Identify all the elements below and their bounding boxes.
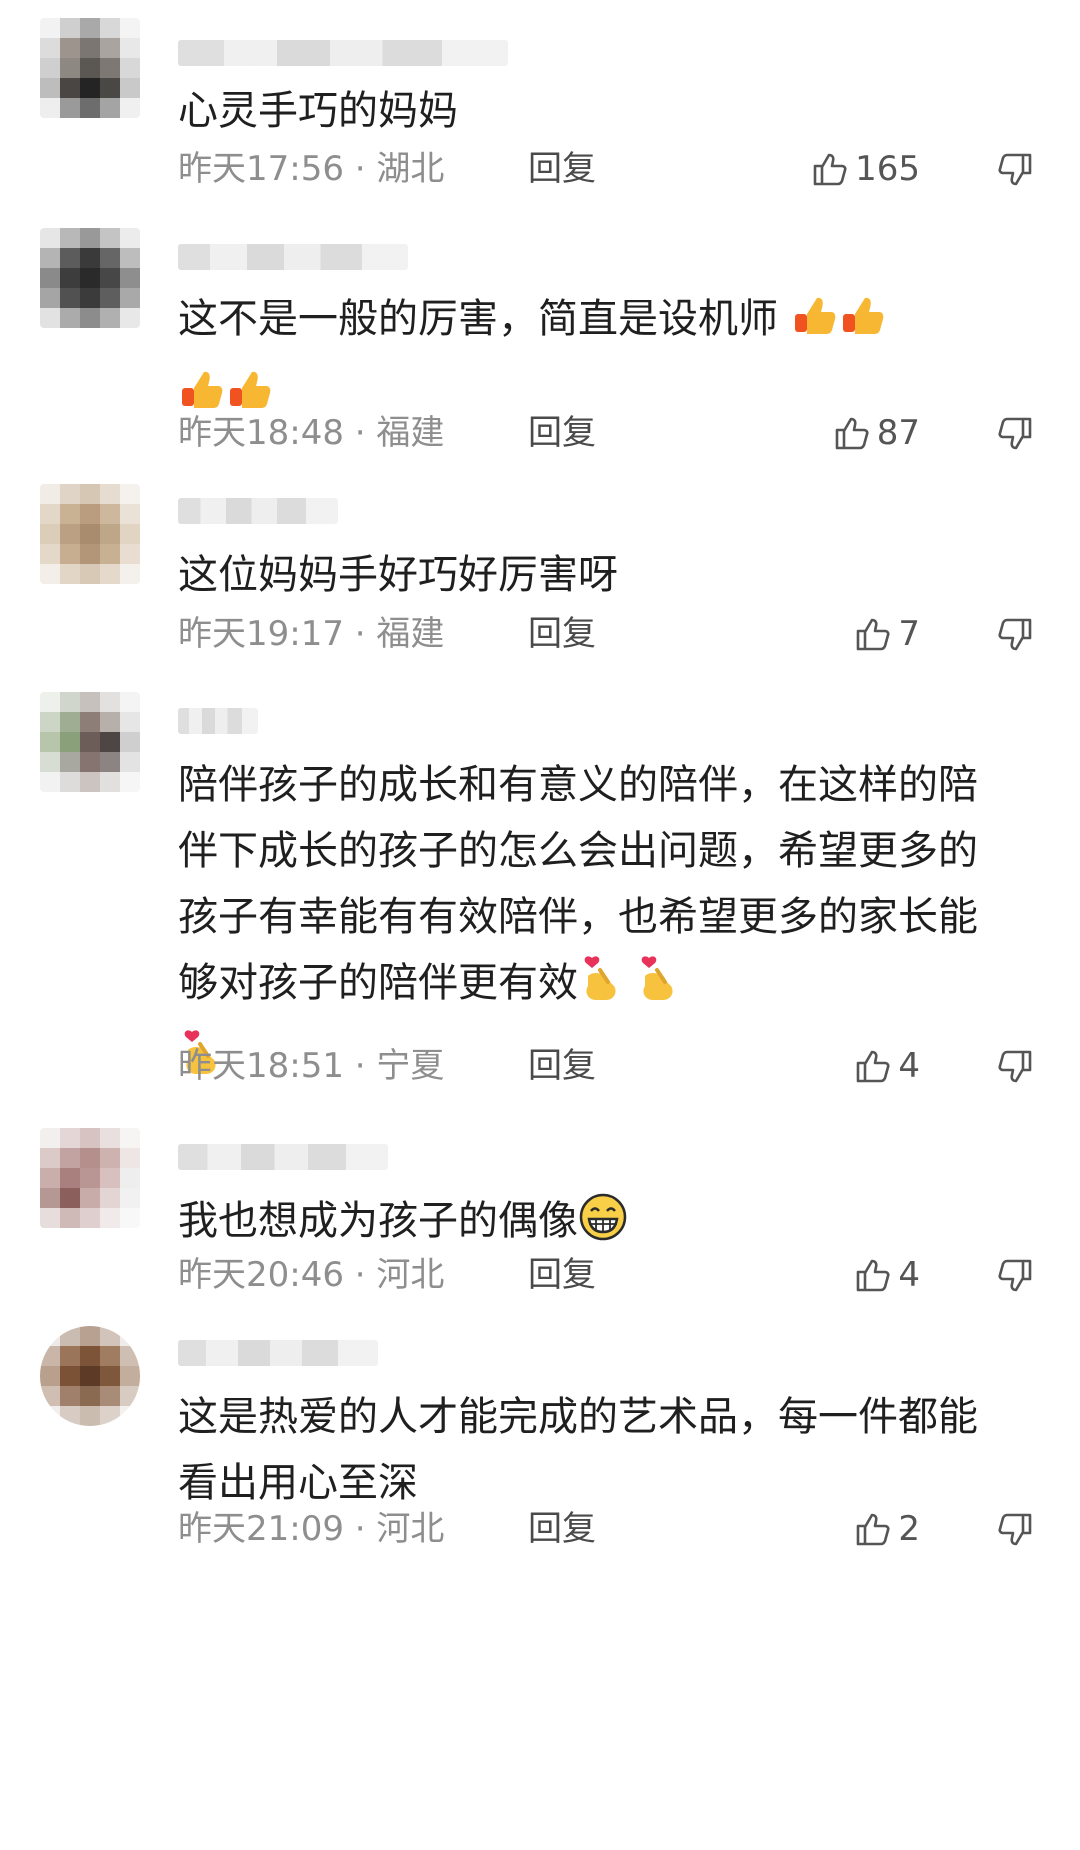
thumbs-up-icon <box>857 1513 890 1546</box>
username-blurred[interactable] <box>178 498 338 524</box>
comment-text: 心灵手巧的妈妈 <box>178 88 458 134</box>
like-count: 4 <box>898 1046 920 1086</box>
reply-button[interactable]: 回复 <box>528 146 596 192</box>
timestamp-location: 昨天18:48 · 福建 <box>178 413 445 453</box>
reply-button[interactable]: 回复 <box>528 611 596 657</box>
thumbs-up-icon <box>857 618 890 651</box>
like-button[interactable]: 7 <box>852 611 920 657</box>
avatar[interactable] <box>40 1128 140 1228</box>
thumbs-down-icon <box>998 153 1032 186</box>
comment-meta: 昨天19:17 · 福建 回复 7 <box>178 611 1038 657</box>
comment-text: 这是热爱的人才能完成的艺术品，每一件都能看出用心至深 <box>178 1394 978 1506</box>
username-blurred[interactable] <box>178 708 258 734</box>
like-button[interactable]: 4 <box>852 1043 920 1089</box>
thumbs-up-icon <box>857 1050 890 1083</box>
thumbs-down-icon <box>998 1050 1032 1083</box>
comment-text: 这位妈妈手好巧好厉害呀 <box>178 552 618 598</box>
like-button[interactable]: 87 <box>831 410 920 456</box>
finger-heart-icon <box>578 952 622 1024</box>
like-count: 7 <box>898 614 920 654</box>
avatar[interactable] <box>40 18 140 118</box>
thumbs-down-icon <box>998 1513 1032 1546</box>
comment-meta: 昨天21:09 · 河北 回复 2 <box>178 1506 1038 1552</box>
thumbs-up-icon <box>839 292 887 360</box>
like-count: 165 <box>855 149 920 189</box>
username-blurred[interactable] <box>178 1340 378 1366</box>
thumbs-up-icon <box>835 417 869 450</box>
thumbs-down-icon <box>998 417 1032 450</box>
avatar[interactable] <box>40 228 140 328</box>
comment-meta: 昨天18:51 · 宁夏 回复 4 <box>178 1043 1038 1089</box>
avatar[interactable] <box>40 692 140 792</box>
thumbs-up-icon <box>813 153 847 186</box>
comment-meta: 昨天20:46 · 河北 回复 4 <box>178 1252 1038 1298</box>
thumbs-up-icon <box>791 292 839 360</box>
thumbs-down-icon <box>998 618 1032 651</box>
like-button[interactable]: 165 <box>809 146 920 192</box>
comment-meta: 昨天18:48 · 福建 回复 87 <box>178 410 1038 456</box>
like-count: 4 <box>898 1255 920 1295</box>
timestamp-location: 昨天19:17 · 福建 <box>178 614 445 654</box>
timestamp-location: 昨天17:56 · 湖北 <box>178 149 445 189</box>
like-count: 2 <box>898 1509 920 1549</box>
reply-button[interactable]: 回复 <box>528 1506 596 1552</box>
dislike-button[interactable] <box>996 1047 1036 1099</box>
reply-button[interactable]: 回复 <box>528 1252 596 1298</box>
dislike-button[interactable] <box>996 414 1036 466</box>
comment-meta: 昨天17:56 · 湖北 回复 165 <box>178 146 1038 192</box>
timestamp-location: 昨天18:51 · 宁夏 <box>178 1046 445 1086</box>
like-count: 87 <box>876 413 920 453</box>
reply-button[interactable]: 回复 <box>528 1043 596 1089</box>
dislike-button[interactable] <box>996 1510 1036 1562</box>
dislike-button[interactable] <box>996 150 1036 202</box>
thumbs-down-icon <box>998 1259 1032 1292</box>
reply-button[interactable]: 回复 <box>528 410 596 456</box>
timestamp-location: 昨天21:09 · 河北 <box>178 1509 445 1549</box>
finger-heart-icon <box>635 952 679 1024</box>
thumbs-up-icon <box>857 1259 890 1292</box>
dislike-button[interactable] <box>996 1256 1036 1308</box>
avatar[interactable] <box>40 1326 140 1426</box>
avatar[interactable] <box>40 484 140 584</box>
username-blurred[interactable] <box>178 1144 388 1170</box>
username-blurred[interactable] <box>178 40 508 66</box>
dislike-button[interactable] <box>996 615 1036 667</box>
like-button[interactable]: 4 <box>852 1252 920 1298</box>
username-blurred[interactable] <box>178 244 408 270</box>
comment-text: 我也想成为孩子的偶像 <box>178 1188 1008 1262</box>
timestamp-location: 昨天20:46 · 河北 <box>178 1255 445 1295</box>
like-button[interactable]: 2 <box>852 1506 920 1552</box>
